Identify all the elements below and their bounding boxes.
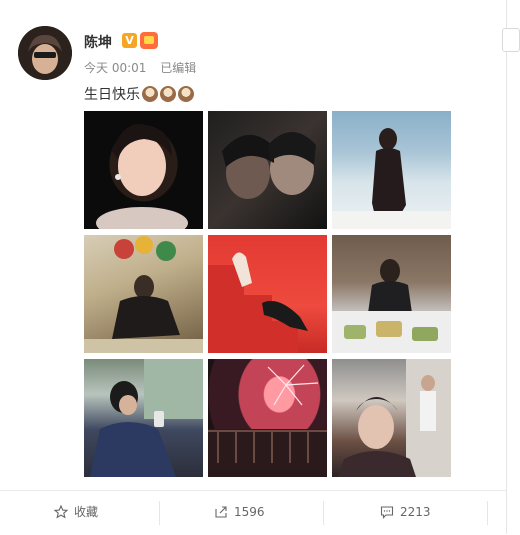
star-icon: [53, 504, 69, 519]
divider: [159, 501, 160, 525]
cake-emoji-icon: [160, 86, 176, 102]
post-text-content: 生日快乐: [84, 87, 140, 103]
photo-fireworks[interactable]: [208, 359, 327, 477]
photo-red-stairs[interactable]: [208, 235, 327, 353]
photo-woman-beach[interactable]: [332, 111, 451, 229]
cake-emoji-icon: [178, 86, 194, 102]
post-meta: 今天 00:01 已编辑: [84, 59, 206, 76]
vip-badge-icon: [140, 32, 158, 49]
author-name[interactable]: 陈坤: [84, 32, 112, 52]
divider: [487, 501, 488, 525]
favorite-button[interactable]: 收藏: [53, 501, 99, 523]
cake-emoji-icon: [142, 86, 158, 102]
edited-label[interactable]: 已编辑: [160, 61, 196, 75]
post-time[interactable]: 今天 00:01: [84, 61, 146, 75]
avatar[interactable]: [18, 26, 72, 80]
divider: [323, 501, 324, 525]
photo-makeup-backstage[interactable]: [332, 359, 451, 477]
photo-two-faces-dark[interactable]: [208, 111, 327, 229]
verified-badge: V: [122, 33, 137, 48]
comment-icon: [380, 506, 394, 519]
photo-car-phone[interactable]: [84, 359, 203, 477]
photo-table-food[interactable]: [332, 235, 451, 353]
action-bar: 收藏 1596 2213: [0, 490, 506, 535]
share-count: 1596: [234, 505, 265, 519]
weibo-post-card: 陈坤 V 今天 00:01 已编辑 生日快乐 收藏 1596 2213: [0, 0, 507, 534]
comment-button[interactable]: 2213: [380, 501, 431, 523]
share-button[interactable]: 1596: [214, 501, 265, 523]
comment-count: 2213: [400, 505, 431, 519]
side-panel-edge: [502, 28, 520, 52]
share-icon: [215, 506, 227, 518]
photo-portrait-earrings[interactable]: [84, 111, 203, 229]
post-text: 生日快乐: [84, 84, 194, 104]
favorite-label: 收藏: [74, 505, 99, 519]
photo-balloons-room[interactable]: [84, 235, 203, 353]
